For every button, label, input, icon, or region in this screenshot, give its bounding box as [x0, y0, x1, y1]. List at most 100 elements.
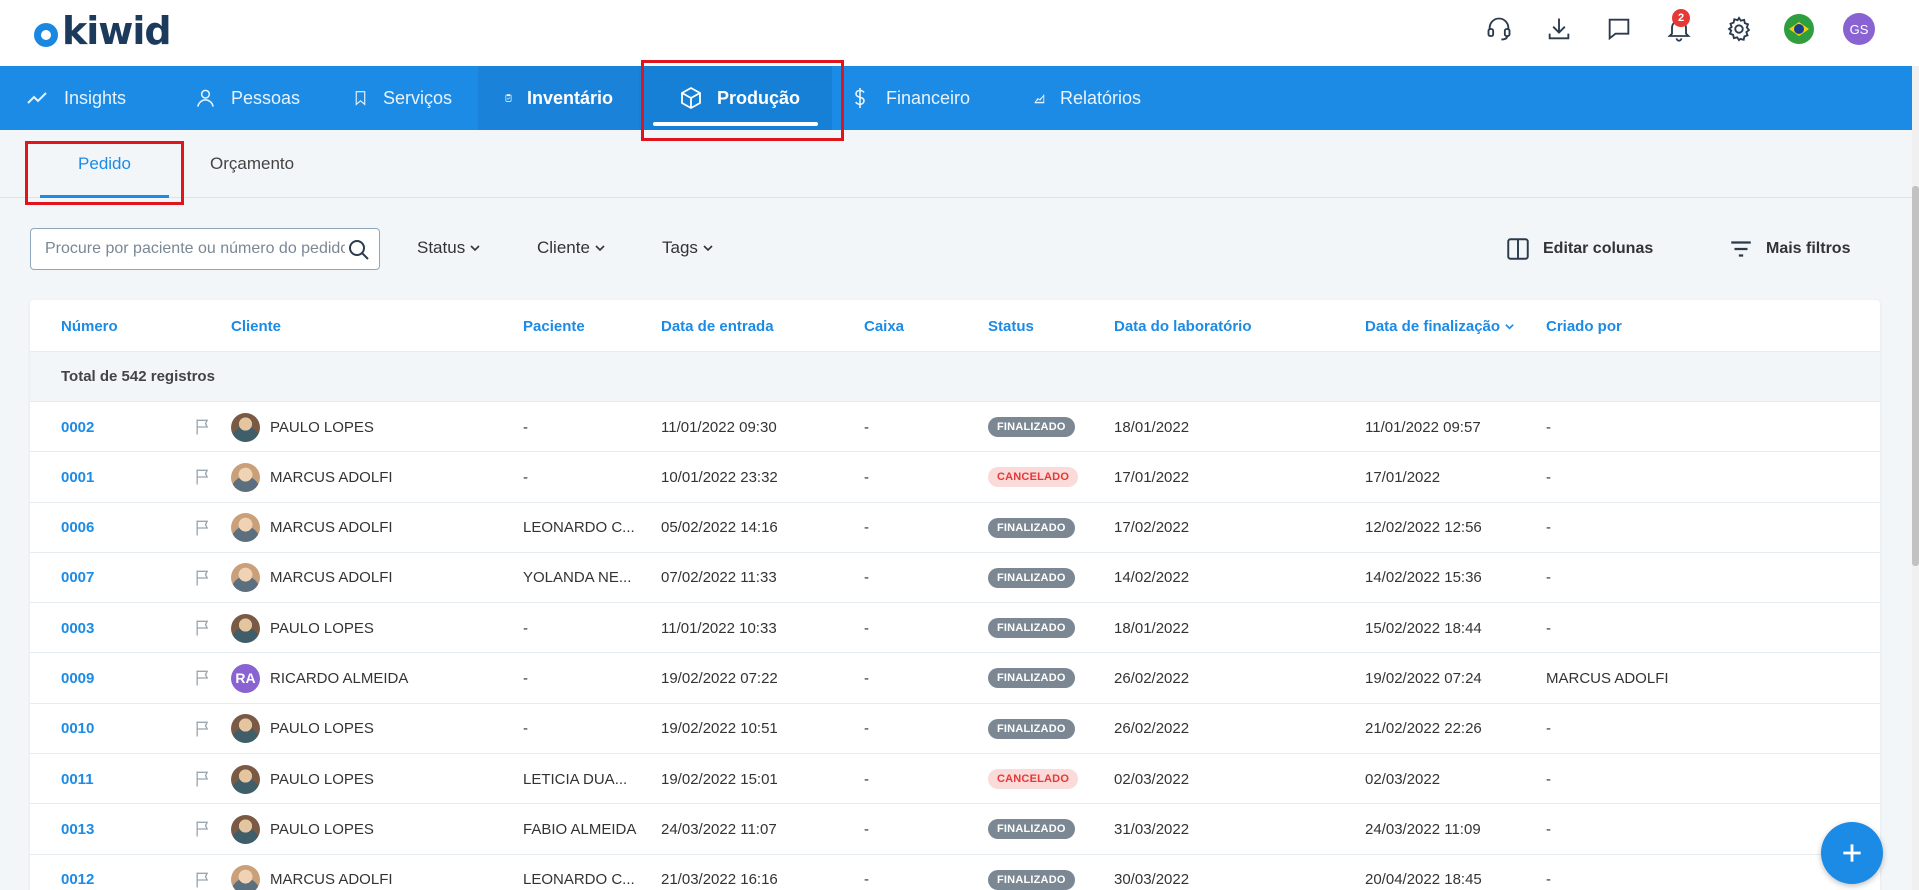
table-row[interactable]: 0009 RA RICARDO ALMEIDA - 19/02/2022 07:22 - F… — [30, 653, 1880, 704]
order-number-link[interactable]: 0002 — [61, 402, 94, 452]
sort-chevron-icon — [1505, 324, 1514, 330]
nav-item-relatorios[interactable]: Relatórios — [1007, 66, 1167, 130]
order-number-link[interactable]: 0013 — [61, 804, 94, 854]
tags-filter[interactable]: Tags — [662, 238, 714, 258]
cliente-filter[interactable]: Cliente — [537, 238, 606, 258]
kiwid-logo[interactable]: kiwid — [34, 9, 172, 53]
table-row[interactable]: 0002 PAULO LOPES - 11/01/2022 09:30 - FINALIZ… — [30, 402, 1880, 453]
client-name: PAULO LOPES — [270, 418, 374, 436]
table-row[interactable]: 0001 MARCUS ADOLFI - 10/01/2022 23:32 - CANCE… — [30, 452, 1880, 503]
client-name: RICARDO ALMEIDA — [270, 669, 409, 687]
more-filters-label: Mais filtros — [1766, 240, 1851, 257]
bell-icon[interactable]: 2 — [1663, 9, 1695, 45]
user-avatar[interactable]: GS — [1843, 13, 1875, 45]
tab-pedido[interactable]: Pedido — [40, 130, 169, 198]
order-number-link[interactable]: 0012 — [61, 855, 94, 890]
nav-item-producao[interactable]: Produção — [639, 66, 832, 130]
nav-item-financeiro[interactable]: Financeiro — [832, 66, 1007, 130]
edit-columns-button[interactable]: Editar colunas — [1505, 236, 1653, 262]
client-cell: MARCUS ADOLFI — [231, 855, 393, 890]
client-name: PAULO LOPES — [270, 619, 374, 637]
order-number-link[interactable]: 0001 — [61, 452, 94, 502]
download-icon[interactable] — [1543, 13, 1575, 45]
client-cell: PAULO LOPES — [231, 402, 374, 452]
nav-item-inventario[interactable]: Inventário — [478, 66, 639, 130]
flag-icon[interactable] — [193, 653, 213, 703]
search-icon[interactable] — [347, 238, 371, 262]
col-data-laboratorio[interactable]: Data do laboratório — [1114, 318, 1252, 335]
status-filter-label: Status — [417, 238, 466, 257]
status-badge: FINALIZADO — [988, 869, 1075, 890]
order-number-link[interactable]: 0009 — [61, 653, 94, 703]
client-cell: PAULO LOPES — [231, 804, 374, 854]
table-row[interactable]: 0011 PAULO LOPES LETICIA DUA... 19/02/2022 … — [30, 754, 1880, 805]
table-row[interactable]: 0006 MARCUS ADOLFI LEONARDO C... 05/02/2022… — [30, 503, 1880, 553]
created-by-cell: - — [1546, 418, 1551, 436]
add-button[interactable] — [1821, 822, 1883, 884]
flag-icon[interactable] — [193, 553, 213, 603]
gear-icon[interactable] — [1723, 13, 1755, 45]
flag-icon[interactable] — [193, 804, 213, 854]
finish-date-cell: 17/01/2022 — [1365, 468, 1441, 486]
order-number-link[interactable]: 0006 — [61, 503, 94, 553]
col-data-entrada[interactable]: Data de entrada — [661, 318, 774, 335]
col-data-finalizacao[interactable]: Data de finalização — [1365, 318, 1515, 335]
search-input[interactable] — [45, 240, 345, 258]
chat-icon[interactable] — [1603, 13, 1635, 45]
brazil-flag-icon[interactable] — [1783, 13, 1815, 45]
patient-cell: - — [523, 418, 528, 436]
client-cell: MARCUS ADOLFI — [231, 553, 393, 603]
col-cliente[interactable]: Cliente — [231, 318, 281, 335]
page-scrollbar[interactable] — [1912, 66, 1919, 890]
box-cell: - — [864, 619, 869, 637]
col-paciente[interactable]: Paciente — [523, 318, 585, 335]
total-records: Total de 542 registros — [30, 352, 1880, 402]
flag-icon[interactable] — [193, 452, 213, 502]
status-cell: FINALIZADO — [988, 553, 1075, 603]
table-row[interactable]: 0007 MARCUS ADOLFI YOLANDA NE... 07/02/2022… — [30, 553, 1880, 604]
order-number-link[interactable]: 0011 — [61, 754, 94, 804]
flag-icon[interactable] — [193, 855, 213, 890]
created-by-cell: - — [1546, 871, 1551, 889]
col-status[interactable]: Status — [988, 318, 1034, 335]
flag-icon[interactable] — [193, 603, 213, 653]
entry-date-cell: 11/01/2022 09:30 — [661, 418, 777, 436]
entry-date-cell: 19/02/2022 10:51 — [661, 720, 778, 738]
area-chart-icon — [1034, 94, 1045, 104]
headset-icon[interactable] — [1483, 13, 1515, 45]
scrollbar-thumb[interactable] — [1912, 186, 1919, 566]
client-avatar — [231, 714, 260, 744]
order-number-link[interactable]: 0003 — [61, 603, 94, 653]
status-filter[interactable]: Status — [417, 238, 481, 258]
table-row[interactable]: 0010 PAULO LOPES - 19/02/2022 10:51 - FINALIZ… — [30, 704, 1880, 755]
flag-icon[interactable] — [193, 503, 213, 553]
col-caixa[interactable]: Caixa — [864, 318, 904, 335]
flag-icon[interactable] — [193, 402, 213, 452]
status-badge: CANCELADO — [988, 467, 1079, 488]
lab-date-cell: 26/02/2022 — [1114, 720, 1190, 738]
logo-text: kiwid — [62, 9, 172, 53]
col-criado-por[interactable]: Criado por — [1546, 318, 1622, 335]
order-number-link[interactable]: 0007 — [61, 553, 94, 603]
client-cell: MARCUS ADOLFI — [231, 503, 393, 553]
tab-label: Orçamento — [210, 154, 295, 173]
col-numero[interactable]: Número — [61, 318, 118, 335]
more-filters-button[interactable]: Mais filtros — [1728, 236, 1850, 262]
nav-item-pessoas[interactable]: Pessoas — [168, 66, 326, 130]
flag-icon[interactable] — [193, 704, 213, 754]
table-row[interactable]: 0012 MARCUS ADOLFI LEONARDO C... 21/03/2022… — [30, 855, 1880, 890]
chart-line-icon — [27, 92, 47, 104]
table-row[interactable]: 0003 PAULO LOPES - 11/01/2022 10:33 - FINALIZ… — [30, 603, 1880, 654]
flag-icon[interactable] — [193, 754, 213, 804]
table-row[interactable]: 0013 PAULO LOPES FABIO ALMEIDA 24/03/2022 1… — [30, 804, 1880, 855]
col-label: Caixa — [864, 318, 905, 335]
tab-orcamento[interactable]: Orçamento — [210, 130, 294, 198]
patient-cell: LETICIA DUA... — [523, 770, 628, 788]
nav-item-servicos[interactable]: Serviços — [326, 66, 478, 130]
status-badge: FINALIZADO — [988, 819, 1075, 840]
order-number-link[interactable]: 0010 — [61, 704, 94, 754]
status-cell: CANCELADO — [988, 754, 1079, 804]
nav-item-insights[interactable]: Insights — [0, 66, 168, 130]
box-cell: - — [864, 770, 869, 788]
client-name: PAULO LOPES — [270, 720, 374, 738]
